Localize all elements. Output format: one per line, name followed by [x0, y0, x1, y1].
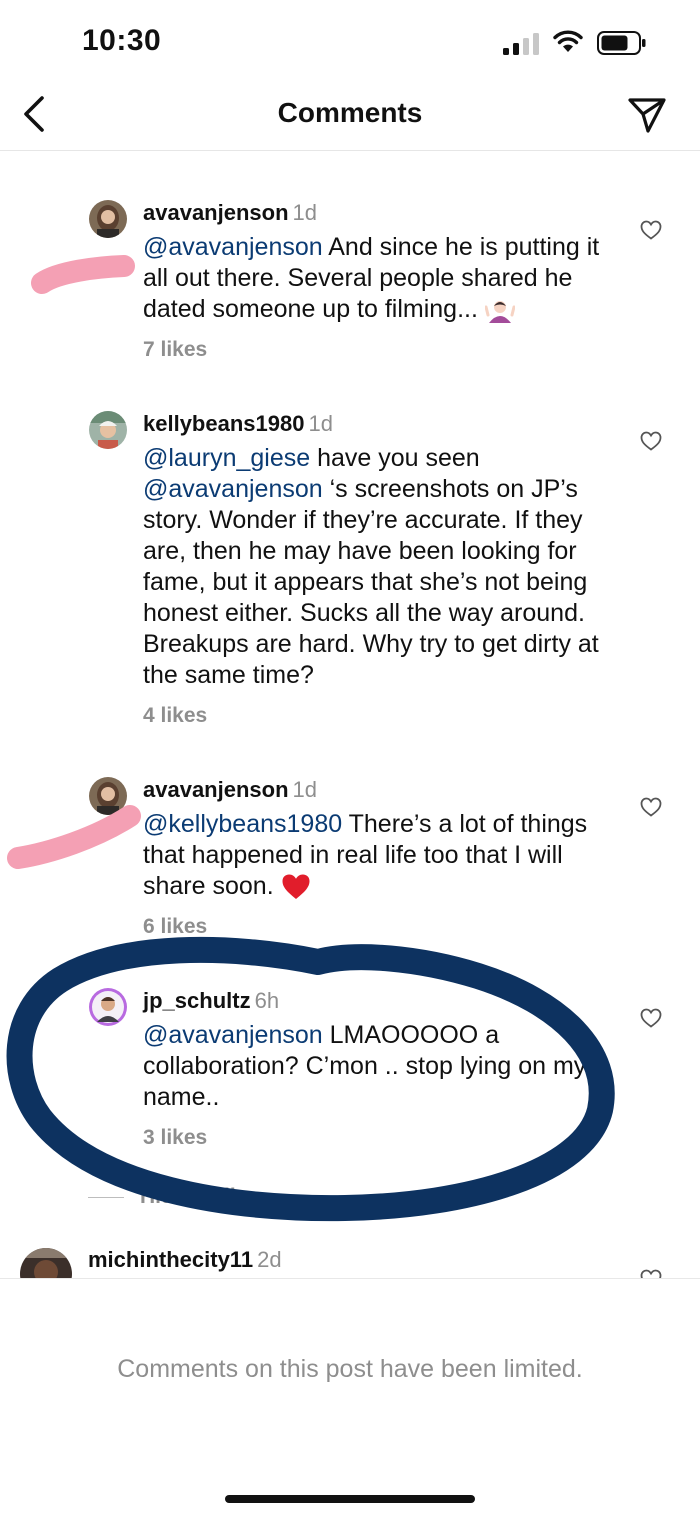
comment-text-body: ‘s screenshots on JP’s story. Wonder if …: [143, 475, 599, 689]
person-shrugging-emoji: [484, 301, 515, 324]
comment-item: avavanjenson 1d @kellybeans1980 There’s a…: [0, 777, 700, 947]
page-title: Comments: [277, 97, 423, 128]
heart-icon[interactable]: [640, 797, 662, 817]
likes-count[interactable]: 7 likes: [143, 338, 207, 362]
mention-link[interactable]: @lauryn_giese: [143, 444, 310, 472]
wifi-icon: [553, 30, 583, 52]
avatar[interactable]: [89, 411, 127, 449]
likes-count[interactable]: 6 likes: [143, 915, 207, 939]
comment-text: @avavanjenson LMAOOOOO a collaboration? …: [143, 1020, 613, 1113]
comment-text-body: have you seen: [310, 444, 480, 472]
comment-age: 1d: [292, 200, 317, 225]
status-time: 10:30: [82, 24, 162, 57]
comment-header: avavanjenson 1d: [143, 200, 317, 226]
likes-count[interactable]: 3 likes: [143, 1126, 207, 1150]
comment-item: avavanjenson 1d @avavanjenson And since h…: [0, 200, 700, 370]
comment-item: jp_schultz 6h @avavanjenson LMAOOOOO a co…: [0, 988, 700, 1158]
mention-link[interactable]: @kellybeans1980: [143, 810, 342, 838]
home-indicator[interactable]: [225, 1495, 475, 1503]
likes-count[interactable]: 4 likes: [143, 704, 207, 728]
heart-icon[interactable]: [640, 431, 662, 451]
comment-username[interactable]: avavanjenson: [143, 200, 289, 225]
red-heart-emoji: [282, 874, 310, 900]
avatar[interactable]: [20, 1248, 72, 1278]
heart-icon[interactable]: [640, 1008, 662, 1028]
send-icon[interactable]: [626, 95, 668, 135]
comments-header: Comments: [0, 80, 700, 151]
comment-age: 2d: [257, 1247, 282, 1272]
heart-icon[interactable]: [640, 220, 662, 240]
comment-username[interactable]: michinthecity11: [88, 1247, 253, 1272]
comment-header: jp_schultz 6h: [143, 988, 279, 1014]
comment-age: 1d: [308, 411, 333, 436]
mention-link[interactable]: @avavanjenson: [143, 475, 323, 503]
heart-icon[interactable]: [640, 1269, 662, 1278]
avatar[interactable]: [89, 200, 127, 238]
comment-age: 6h: [254, 988, 280, 1013]
comment-username[interactable]: kellybeans1980: [143, 411, 304, 436]
comment-text: @avavanjenson And since he is putting it…: [143, 232, 613, 325]
hide-replies-divider: [88, 1197, 124, 1198]
avatar[interactable]: [89, 988, 127, 1026]
comment-text: @kellybeans1980 There’s a lot of things …: [143, 809, 613, 902]
battery-icon: [597, 31, 646, 55]
comments-limited-notice: Comments on this post have been limited.: [117, 1355, 583, 1383]
avatar[interactable]: [89, 777, 127, 815]
hide-replies-label: Hide replies: [140, 1185, 250, 1208]
cellular-signal-icon: [503, 33, 539, 55]
comments-limited-footer: Comments on this post have been limited.: [0, 1278, 700, 1516]
comment-header: avavanjenson 1d: [143, 777, 317, 803]
mention-link[interactable]: @avavanjenson: [143, 233, 323, 261]
comment-text: @lauryn_giese have you seen @avavanjenso…: [143, 443, 613, 691]
comment-header: kellybeans1980 1d: [143, 411, 333, 437]
comment-username[interactable]: avavanjenson: [143, 777, 289, 802]
comment-header: michinthecity11 2d: [88, 1247, 282, 1273]
comment-username[interactable]: jp_schultz: [143, 988, 251, 1013]
status-bar: 10:30: [0, 0, 700, 80]
comment-item: michinthecity11 2d: [0, 1240, 700, 1278]
comment-age: 1d: [292, 777, 317, 802]
comment-item: kellybeans1980 1d @lauryn_giese have you …: [0, 411, 700, 736]
mention-link[interactable]: @avavanjenson: [143, 1021, 323, 1049]
